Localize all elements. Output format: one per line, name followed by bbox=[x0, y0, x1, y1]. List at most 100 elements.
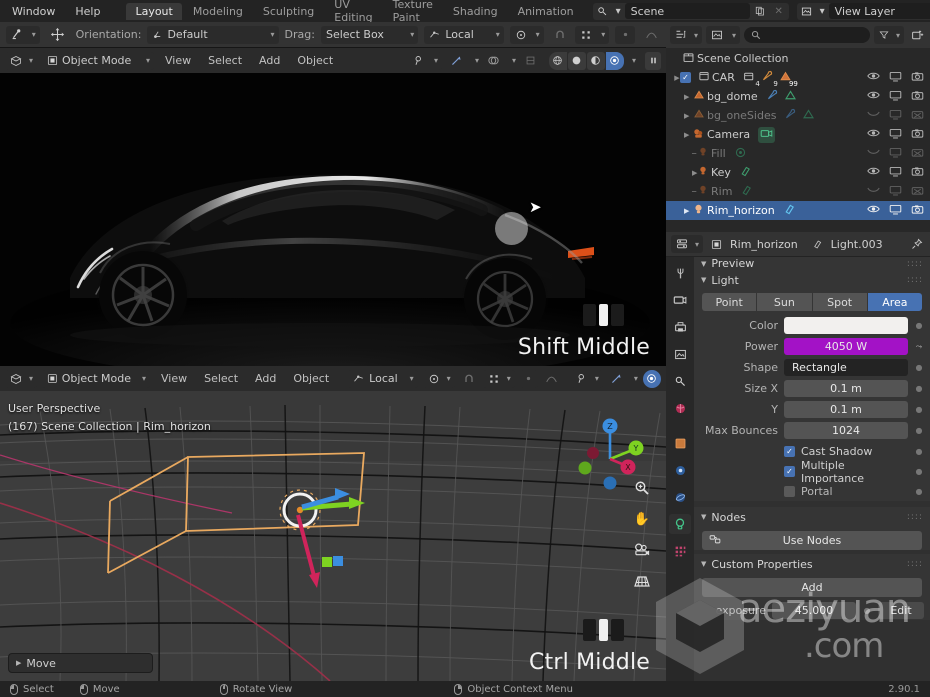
animate-property-dot[interactable]: ● bbox=[914, 447, 924, 456]
outliner-row-scene-collection[interactable]: Scene Collection bbox=[666, 49, 930, 68]
pivot-point-dropdown[interactable]: ▾ bbox=[509, 25, 544, 44]
disable-viewport-monitor-icon[interactable] bbox=[889, 128, 902, 142]
shape-dropdown[interactable]: Rectangle bbox=[784, 359, 908, 376]
hide-viewport-eye-icon[interactable] bbox=[867, 166, 880, 179]
tab-modeling[interactable]: Modeling bbox=[184, 3, 252, 20]
toggle-perspective-icon[interactable] bbox=[630, 569, 654, 593]
show-overlays-icon[interactable] bbox=[484, 52, 504, 70]
animate-property-dot[interactable]: ● bbox=[914, 426, 924, 435]
pause-render-icon[interactable] bbox=[645, 51, 661, 70]
panel-nodes-header[interactable]: ▼ Nodes :::: bbox=[694, 507, 930, 527]
collection-checkbox[interactable]: ✓ bbox=[680, 72, 691, 83]
visibility-dropdown[interactable]: ▾ bbox=[407, 51, 442, 70]
size-x-value[interactable]: 0.1 m bbox=[784, 380, 908, 397]
tab-animation[interactable]: Animation bbox=[509, 3, 583, 20]
object-mode-dropdown[interactable]: Object Mode ▾ bbox=[42, 51, 154, 70]
grip-dots[interactable]: :::: bbox=[907, 512, 923, 522]
scene-icon[interactable] bbox=[594, 4, 612, 19]
viewport-bottom-menu-object[interactable]: Object bbox=[287, 370, 335, 387]
snap-magnet-icon[interactable] bbox=[550, 26, 570, 44]
animate-property-dot[interactable]: ● bbox=[862, 606, 872, 615]
light-type-point[interactable]: Point bbox=[702, 293, 757, 311]
proportional-falloff-icon[interactable] bbox=[641, 26, 661, 44]
editor-type-properties-icon[interactable]: ▾ bbox=[671, 235, 703, 253]
grip-dots[interactable]: :::: bbox=[907, 275, 923, 285]
disable-render-camera-off-icon[interactable] bbox=[911, 109, 924, 123]
active-tool-icon[interactable]: ▾ bbox=[6, 25, 40, 44]
tab-physics[interactable] bbox=[669, 487, 691, 507]
tab-render[interactable] bbox=[669, 290, 691, 310]
tab-tool[interactable] bbox=[669, 263, 691, 283]
outliner-row-bg-onesides[interactable]: ▶ bg_oneSides bbox=[666, 106, 930, 125]
viewport-top-menu-add[interactable]: Add bbox=[253, 52, 286, 69]
tab-texture[interactable] bbox=[669, 541, 691, 561]
proportional-editing-icon[interactable] bbox=[519, 369, 538, 388]
max-bounces-value[interactable]: 1024 bbox=[784, 422, 908, 439]
disable-viewport-monitor-icon[interactable] bbox=[889, 109, 902, 123]
disable-render-camera-icon[interactable] bbox=[911, 71, 924, 85]
light-type-area[interactable]: Area bbox=[867, 293, 922, 311]
tab-modifiers[interactable] bbox=[669, 460, 691, 480]
disclosure-triangle-icon[interactable]: ▶ bbox=[666, 74, 680, 82]
disclosure-triangle-icon[interactable]: ▶ bbox=[666, 93, 689, 101]
drag-dropdown[interactable]: Select Box ▾ bbox=[320, 25, 419, 44]
shading-material-icon[interactable] bbox=[586, 51, 605, 70]
tab-shading[interactable]: Shading bbox=[444, 3, 507, 20]
shading-solid-icon[interactable] bbox=[567, 51, 586, 70]
driver-icon[interactable]: ⤳ bbox=[914, 342, 924, 352]
tab-layout[interactable]: Layout bbox=[126, 2, 182, 20]
transform-orientation-dropdown[interactable]: Local ▾ bbox=[424, 25, 504, 44]
hide-viewport-eye-icon[interactable] bbox=[867, 71, 880, 84]
use-nodes-button[interactable]: Use Nodes bbox=[702, 531, 922, 550]
disable-viewport-monitor-icon[interactable] bbox=[889, 90, 902, 104]
light-type-sun[interactable]: Sun bbox=[757, 293, 812, 311]
tab-scene[interactable] bbox=[669, 371, 691, 391]
viewport-bottom-menu-add[interactable]: Add bbox=[249, 370, 282, 387]
hide-viewport-eye-closed-icon[interactable] bbox=[867, 110, 880, 121]
panel-custom-properties-header[interactable]: ▼ Custom Properties :::: bbox=[694, 554, 930, 574]
edit-custom-property-button[interactable]: Edit bbox=[878, 602, 924, 619]
outliner-row-rim[interactable]: ─ Rim bbox=[666, 182, 930, 201]
proportional-editing-icon[interactable] bbox=[615, 25, 636, 44]
disclosure-triangle-icon[interactable]: ▶ bbox=[666, 131, 689, 139]
outliner-row-bg-dome[interactable]: ▶ bg_dome bbox=[666, 87, 930, 106]
animate-property-dot[interactable]: ● bbox=[914, 405, 924, 414]
disclosure-triangle-icon[interactable]: ▶ bbox=[666, 112, 689, 120]
disable-render-camera-off-icon[interactable] bbox=[911, 147, 924, 161]
viewport-bottom-menu-select[interactable]: Select bbox=[198, 370, 244, 387]
portal-checkbox[interactable] bbox=[784, 486, 795, 497]
disable-viewport-monitor-icon[interactable] bbox=[889, 71, 902, 85]
power-value[interactable]: 4050 W bbox=[784, 338, 908, 355]
animate-property-dot[interactable]: ● bbox=[914, 487, 924, 496]
hide-viewport-eye-icon[interactable] bbox=[867, 204, 880, 217]
pivot-point-dropdown[interactable]: ▾ bbox=[422, 369, 455, 388]
operator-redo-panel[interactable]: ▶ Move bbox=[8, 653, 153, 673]
new-scene-icon[interactable] bbox=[751, 4, 769, 19]
outliner-row-car[interactable]: ▶ ✓ CAR 4 9 99 bbox=[666, 68, 930, 88]
pan-hand-icon[interactable]: ✋ bbox=[630, 507, 654, 531]
pin-icon[interactable] bbox=[909, 235, 925, 253]
panel-preview[interactable]: ▼ Preview :::: bbox=[694, 257, 930, 270]
tab-object[interactable] bbox=[669, 433, 691, 453]
shading-rendered-icon[interactable] bbox=[605, 51, 624, 70]
show-gizmo-icon[interactable] bbox=[447, 52, 467, 70]
snap-magnet-icon[interactable] bbox=[460, 370, 478, 388]
viewlayer-name-field[interactable]: View Layer bbox=[828, 3, 930, 19]
breadcrumb-object[interactable]: Rim_horizon bbox=[730, 238, 798, 251]
hide-viewport-eye-closed-icon[interactable] bbox=[867, 186, 880, 197]
zoom-icon[interactable] bbox=[630, 476, 654, 500]
shading-rendered-icon[interactable] bbox=[642, 369, 661, 388]
light-type-spot[interactable]: Spot bbox=[812, 293, 867, 311]
outliner-row-camera[interactable]: ▶ Camera bbox=[666, 125, 930, 144]
snap-dropdown[interactable]: ▾ bbox=[482, 369, 515, 388]
outliner-row-rim-horizon[interactable]: ▶ Rim_horizon bbox=[666, 201, 930, 220]
disable-render-camera-off-icon[interactable] bbox=[911, 185, 924, 199]
cast-shadow-checkbox[interactable]: ✓ bbox=[784, 446, 795, 457]
grip-dots[interactable]: :::: bbox=[907, 259, 923, 269]
visibility-dropdown[interactable]: ▾ bbox=[570, 369, 603, 388]
tab-world[interactable] bbox=[669, 398, 691, 418]
disable-viewport-monitor-icon[interactable] bbox=[889, 147, 902, 161]
menu-help[interactable]: Help bbox=[67, 4, 108, 19]
add-custom-property-button[interactable]: Add bbox=[702, 578, 922, 597]
xray-toggle-icon[interactable] bbox=[521, 52, 541, 70]
